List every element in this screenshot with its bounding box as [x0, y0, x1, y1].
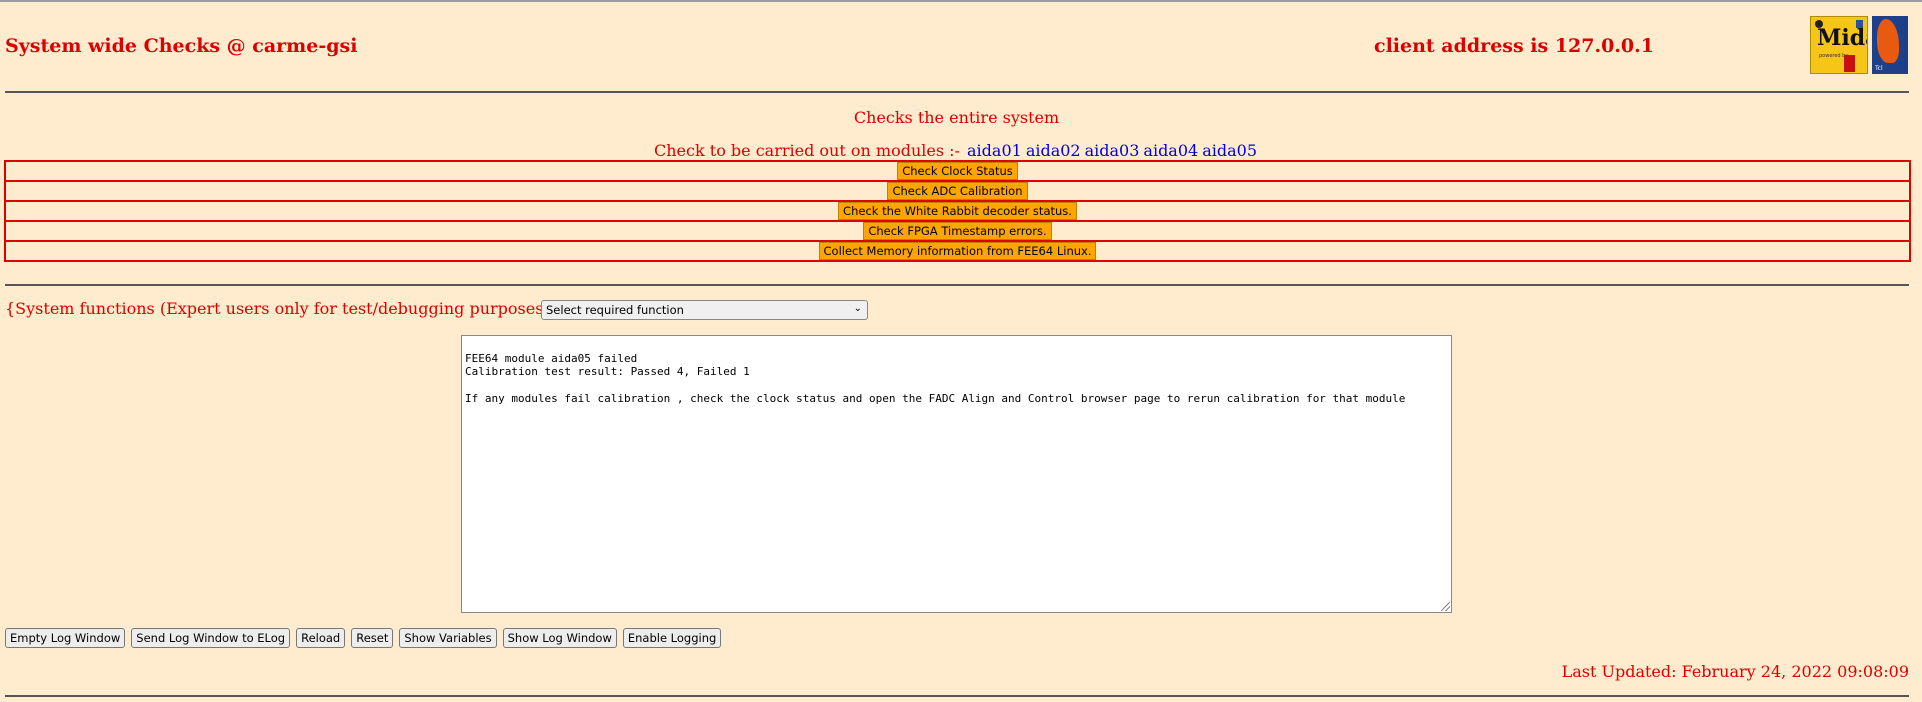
check-clock-status-button[interactable]: Check Clock Status	[897, 162, 1018, 180]
log-window[interactable]: FEE64 module aida05 failed Calibration t…	[461, 335, 1452, 613]
checks-table: Check Clock Status Check ADC Calibration…	[4, 160, 1911, 262]
client-address: client address is 127.0.0.1	[1374, 35, 1654, 57]
empty-log-window-button[interactable]: Empty Log Window	[5, 628, 126, 648]
midas-logo: Midas powered by	[1810, 16, 1868, 74]
tcl-logo-text: Tcl	[1875, 65, 1883, 72]
module-link-aida03[interactable]: aida03	[1085, 141, 1140, 160]
divider-bottom	[5, 695, 1909, 697]
check-row: Check the White Rabbit decoder status.	[4, 200, 1911, 222]
check-row: Check FPGA Timestamp errors.	[4, 220, 1911, 242]
modules-label: Check to be carried out on modules :-	[654, 141, 960, 160]
enable-logging-button[interactable]: Enable Logging	[622, 628, 722, 648]
log-text: FEE64 module aida05 failed Calibration t…	[465, 352, 1406, 405]
resize-handle-icon[interactable]	[1441, 602, 1450, 611]
divider-middle	[5, 284, 1909, 286]
check-fpga-timestamp-button[interactable]: Check FPGA Timestamp errors.	[863, 222, 1052, 240]
system-functions-label: {System functions (Expert users only for…	[5, 299, 600, 318]
system-function-select[interactable]: Select required function ⌄	[541, 300, 868, 320]
module-link-aida01[interactable]: aida01	[967, 141, 1022, 160]
check-row: Check Clock Status	[4, 160, 1911, 182]
module-link-aida05[interactable]: aida05	[1202, 141, 1257, 160]
select-value: Select required function	[546, 303, 684, 317]
show-variables-button[interactable]: Show Variables	[399, 628, 497, 648]
page-description: Checks the entire system	[853, 108, 1060, 127]
module-link-aida04[interactable]: aida04	[1143, 141, 1198, 160]
show-log-window-button[interactable]: Show Log Window	[502, 628, 617, 648]
bottom-toolbar: Empty Log Window Send Log Window to ELog…	[5, 628, 722, 648]
tcl-logo: Tcl	[1872, 16, 1908, 74]
last-updated: Last Updated: February 24, 2022 09:08:09	[1561, 662, 1909, 681]
midas-logo-text: Midas	[1817, 25, 1867, 51]
check-white-rabbit-button[interactable]: Check the White Rabbit decoder status.	[838, 202, 1077, 220]
check-row: Check ADC Calibration	[4, 180, 1911, 202]
top-border	[0, 0, 1922, 2]
divider-top	[5, 91, 1909, 93]
page-title: System wide Checks @ carme-gsi	[5, 35, 358, 57]
send-log-to-elog-button[interactable]: Send Log Window to ELog	[131, 628, 291, 648]
check-adc-calibration-button[interactable]: Check ADC Calibration	[887, 182, 1028, 200]
module-link-aida02[interactable]: aida02	[1026, 141, 1081, 160]
check-row: Collect Memory information from FEE64 Li…	[4, 240, 1911, 262]
collect-memory-info-button[interactable]: Collect Memory information from FEE64 Li…	[818, 242, 1097, 260]
chevron-down-icon: ⌄	[853, 303, 862, 314]
modules-line: Check to be carried out on modules :- ai…	[0, 141, 1913, 160]
reload-button[interactable]: Reload	[296, 628, 346, 648]
reset-button[interactable]: Reset	[351, 628, 394, 648]
